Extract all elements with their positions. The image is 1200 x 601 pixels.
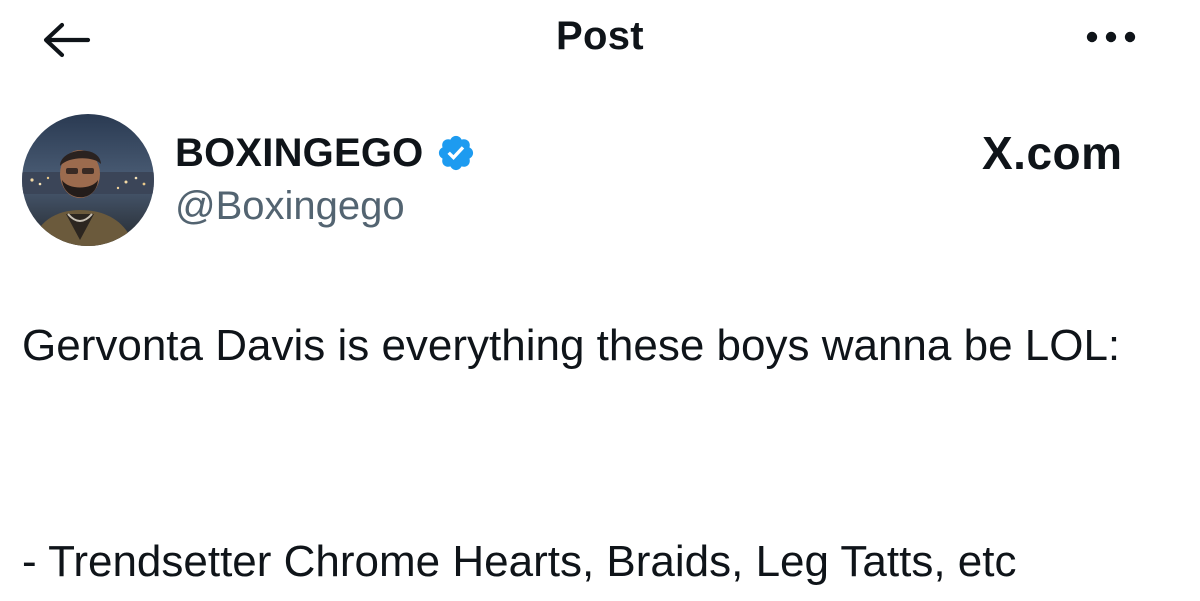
post-page: Post BOXINGEGO @Boxingego X.com Gervonta… [0, 0, 1200, 601]
x-com-watermark: X.com [982, 127, 1123, 179]
display-name[interactable]: BOXINGEGO [175, 131, 424, 176]
tweet-text: Gervonta Davis is everything these boys … [22, 321, 1121, 370]
verified-badge-icon [436, 133, 476, 173]
more-options-button[interactable] [1080, 14, 1142, 60]
ellipsis-icon [1086, 31, 1136, 43]
page-title: Post [556, 14, 644, 58]
avatar[interactable] [22, 114, 154, 246]
tweet-text-list-item: - Trendsetter Chrome Hearts, Braids, Leg… [22, 537, 1017, 586]
author-name-row: BOXINGEGO [175, 128, 476, 178]
user-handle[interactable]: @Boxingego [175, 184, 405, 229]
profile-photo [22, 114, 154, 246]
top-bar: Post [0, 0, 1200, 80]
